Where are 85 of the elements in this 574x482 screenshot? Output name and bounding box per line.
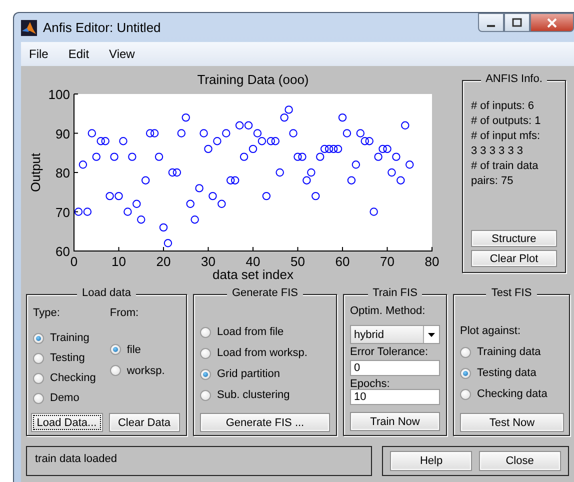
- radio-label[interactable]: Demo: [50, 392, 80, 404]
- info-text: # of input mfs:: [471, 129, 542, 144]
- radio-label[interactable]: Checking data: [477, 388, 548, 400]
- dialog-button[interactable]: Help: [390, 451, 472, 471]
- menu-item[interactable]: View: [109, 47, 135, 62]
- group-title: ANFIS Info.: [480, 73, 548, 85]
- radio-label[interactable]: Testing data: [477, 367, 536, 379]
- radio-button[interactable]: [200, 368, 211, 380]
- radio-label[interactable]: Checking: [50, 372, 96, 384]
- menu-item[interactable]: Edit: [68, 47, 90, 62]
- load-button[interactable]: Load Data...: [31, 413, 102, 432]
- radio-label[interactable]: worksp.: [126, 364, 165, 376]
- info-text: 3 3 3 3 3 3: [471, 144, 524, 159]
- radio-button[interactable]: [200, 348, 211, 358]
- plot-button[interactable]: Structure: [471, 230, 557, 247]
- y-tick-label: 80: [56, 166, 70, 180]
- dialog-button[interactable]: Close: [478, 451, 561, 471]
- tolerance-label: Error Tolerance:: [350, 346, 430, 358]
- maximize-button[interactable]: [504, 13, 530, 32]
- from-label: From:: [110, 307, 140, 321]
- x-tick-label: 10: [112, 254, 126, 269]
- radio-label[interactable]: file: [126, 344, 141, 356]
- status-text: train data loaded: [35, 453, 117, 465]
- close-icon: [546, 18, 558, 28]
- radio-button[interactable]: [33, 332, 44, 344]
- generate-button[interactable]: Generate FIS ...: [200, 413, 330, 432]
- radio-label[interactable]: Training: [50, 332, 90, 344]
- group-title: Load data: [77, 287, 136, 299]
- epochs-label: Epochs:: [350, 378, 391, 390]
- radio-label[interactable]: Training data: [477, 346, 541, 358]
- radio-label[interactable]: Testing: [50, 352, 85, 364]
- close-button[interactable]: [530, 13, 574, 32]
- dropdown-arrow-icon: [428, 332, 435, 336]
- chart-title: Training Data (ooo): [197, 72, 309, 87]
- x-tick-label: 20: [156, 254, 171, 269]
- plot-against-label: Plot against:: [460, 325, 522, 339]
- radio-button[interactable]: [460, 368, 471, 378]
- window-title: Anfis Editor: Untitled: [43, 20, 162, 36]
- type-label: Type:: [33, 307, 61, 321]
- radio-button[interactable]: [200, 390, 211, 400]
- info-text: # of train data: [471, 159, 540, 174]
- radio-label[interactable]: Load from worksp.: [217, 347, 308, 359]
- y-tick-label: 90: [56, 126, 70, 142]
- group-title: Generate FIS: [226, 287, 304, 299]
- radio-button[interactable]: [33, 372, 44, 384]
- minimize-button[interactable]: [478, 13, 504, 32]
- x-tick-label: 70: [380, 254, 394, 269]
- y-tick-label: 60: [56, 244, 70, 259]
- y-tick-label: 100: [48, 87, 70, 102]
- x-tick-label: 30: [201, 254, 216, 269]
- method-label: Optim. Method:: [350, 305, 426, 317]
- load-button[interactable]: Clear Data: [108, 413, 180, 432]
- maximize-icon: [511, 18, 523, 28]
- app-logo-icon: [21, 20, 37, 36]
- radio-button[interactable]: [33, 392, 44, 404]
- y-axis-label: Output: [28, 152, 43, 192]
- method-dropdown[interactable]: hybrid: [350, 325, 440, 344]
- train-button[interactable]: Train Now: [350, 412, 440, 431]
- epochs-field[interactable]: 10: [350, 389, 440, 405]
- radio-button[interactable]: [33, 352, 44, 364]
- menu-item[interactable]: File: [29, 47, 48, 62]
- radio-label[interactable]: Sub. clustering: [217, 389, 290, 401]
- radio-button[interactable]: [110, 344, 121, 355]
- plot-button[interactable]: Clear Plot: [471, 250, 557, 267]
- minimize-icon: [487, 24, 495, 26]
- radio-button[interactable]: [460, 388, 471, 400]
- x-tick-label: 60: [335, 254, 350, 269]
- radio-button[interactable]: [110, 365, 121, 376]
- radio-button[interactable]: [200, 326, 211, 338]
- info-text: # of inputs: 6: [471, 99, 535, 114]
- radio-label[interactable]: Grid partition: [217, 368, 280, 380]
- x-tick-label: 40: [246, 254, 260, 269]
- radio-button[interactable]: [460, 346, 471, 358]
- tolerance-field[interactable]: 0: [350, 360, 440, 376]
- group-title: Train FIS: [368, 287, 422, 299]
- x-tick-label: 0: [70, 254, 78, 269]
- x-tick-label: 50: [290, 254, 305, 269]
- y-tick-label: 70: [56, 204, 70, 220]
- x-tick-label: 80: [424, 254, 440, 269]
- info-text: # of outputs: 1: [471, 114, 542, 129]
- info-text: pairs: 75: [471, 174, 514, 189]
- radio-label[interactable]: Load from file: [217, 326, 284, 338]
- x-axis-label: data set index: [212, 267, 294, 282]
- test-button[interactable]: Test Now: [460, 413, 564, 432]
- group-title: Test FIS: [486, 287, 537, 299]
